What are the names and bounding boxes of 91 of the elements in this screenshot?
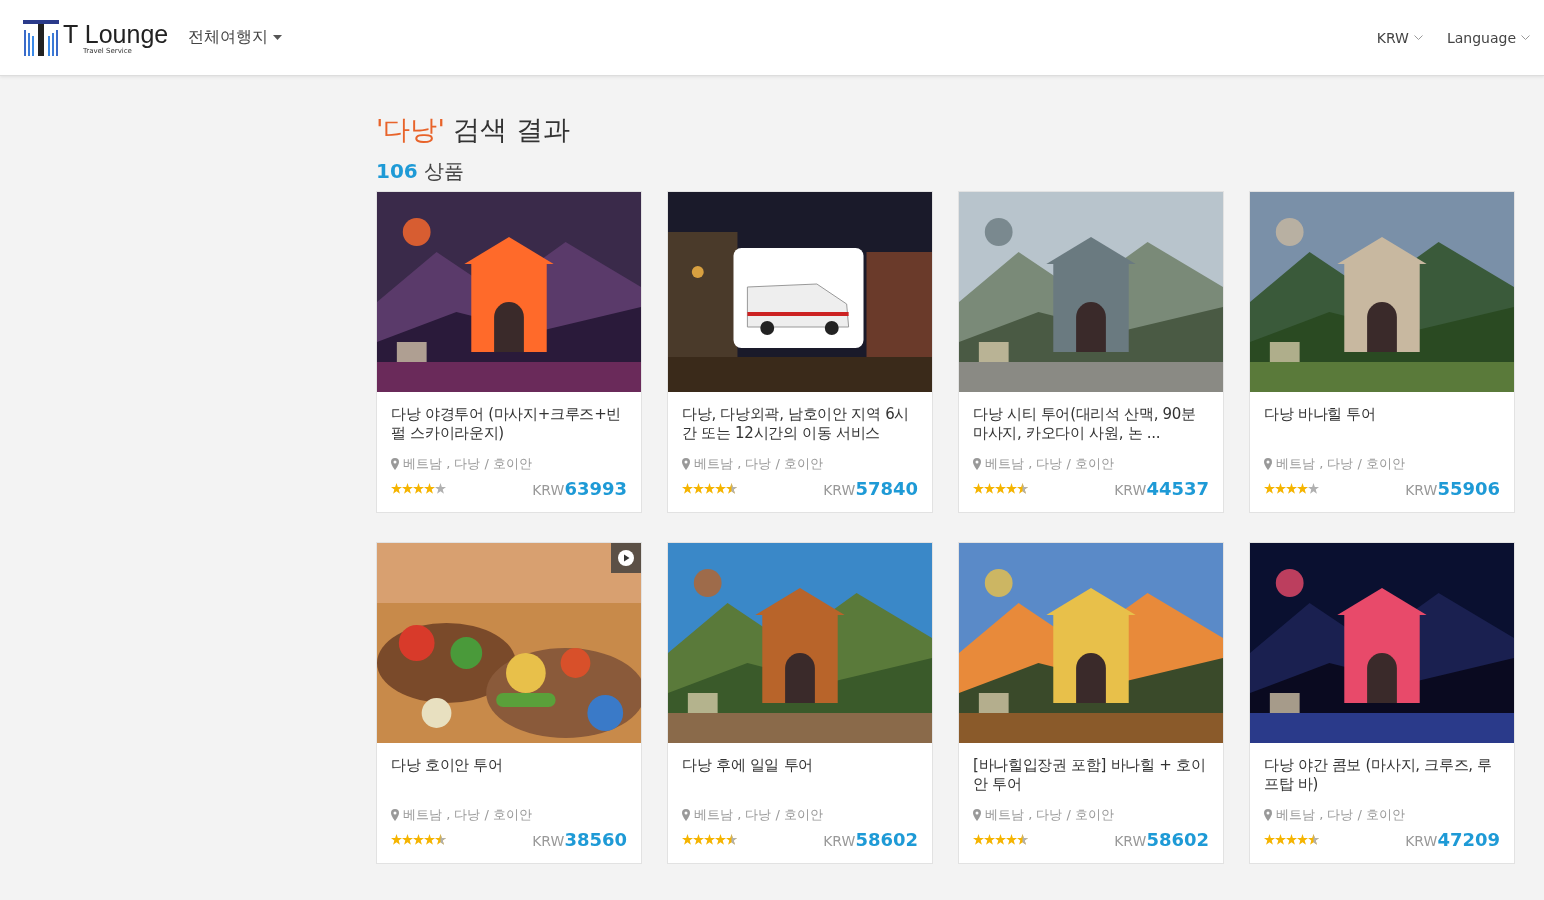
product-title[interactable]: 다낭 시티 투어(대리석 산맥, 90분 마사지, 카오다이 사원, 논 ...	[973, 405, 1209, 443]
product-title[interactable]: 다낭 후에 일일 투어	[682, 756, 918, 794]
star-icon	[402, 834, 413, 845]
star-icon	[391, 834, 402, 845]
location-pin-icon	[973, 809, 981, 821]
star-icon	[682, 834, 693, 845]
star-icon	[1286, 834, 1297, 845]
star-icon	[435, 483, 446, 494]
product-card[interactable]: 다낭 호이안 투어 베트남 , 다낭 / 호이안 KRW38560	[376, 542, 642, 864]
star-icon	[973, 834, 984, 845]
product-title[interactable]: [바나힐입장권 포함] 바나힐 + 호이안 투어	[973, 756, 1209, 794]
location-pin-icon	[973, 458, 981, 470]
location-text: 베트남 , 다낭 / 호이안	[1276, 806, 1406, 824]
price: KRW57840	[823, 478, 918, 499]
product-title[interactable]: 다낭 호이안 투어	[391, 756, 627, 794]
results-count: 106 상품	[376, 158, 466, 185]
star-icon	[413, 834, 424, 845]
star-icon	[1275, 834, 1286, 845]
product-card[interactable]: 다낭 야간 콤보 (마사지, 크루즈, 루프탑 바) 베트남 , 다낭 / 호이안 KRW47209	[1249, 542, 1515, 864]
price: KRW44537	[1114, 478, 1209, 499]
star-icon	[391, 483, 402, 494]
location-pin-icon	[1264, 809, 1272, 821]
chevron-icon	[1521, 35, 1530, 40]
star-icon	[715, 483, 726, 494]
location-pin-icon	[391, 458, 399, 470]
star-icon	[1264, 483, 1275, 494]
star-icon	[704, 834, 715, 845]
destination-menu[interactable]: 전체여행지	[188, 27, 283, 48]
logo-name: T Lounge	[63, 20, 169, 47]
price: KRW63993	[532, 478, 627, 499]
star-icon	[995, 483, 1006, 494]
star-icon	[1275, 483, 1286, 494]
location-text: 베트남 , 다낭 / 호이안	[694, 806, 824, 824]
location-text: 베트남 , 다낭 / 호이안	[1276, 455, 1406, 473]
star-icon	[984, 483, 995, 494]
star-icon	[726, 483, 737, 494]
star-icon	[693, 834, 704, 845]
star-icon	[715, 834, 726, 845]
star-icon	[1308, 834, 1319, 845]
star-icon	[693, 483, 704, 494]
star-icon	[413, 483, 424, 494]
location-pin-icon	[682, 458, 690, 470]
product-title[interactable]: 다낭 야경투어 (마사지+크루즈+빈펄 스카이라운지)	[391, 405, 627, 443]
star-icon	[973, 483, 984, 494]
location-text: 베트남 , 다낭 / 호이안	[985, 455, 1115, 473]
product-title[interactable]: 다낭, 다낭외곽, 남호이안 지역 6시간 또는 12시간의 이동 서비스	[682, 405, 918, 443]
results-title: '다낭' 검색 결과	[376, 113, 572, 147]
star-icon	[704, 483, 715, 494]
chevron-icon	[1413, 35, 1423, 40]
location-pin-icon	[391, 809, 399, 821]
star-icon	[1017, 483, 1028, 494]
location-text: 베트남 , 다낭 / 호이안	[694, 455, 824, 473]
play-icon[interactable]	[611, 543, 641, 573]
star-icon	[1006, 834, 1017, 845]
location-text: 베트남 , 다낭 / 호이안	[403, 455, 533, 473]
logo-icon	[23, 19, 59, 56]
star-icon	[402, 483, 413, 494]
star-icon	[682, 483, 693, 494]
product-card[interactable]: 다낭, 다낭외곽, 남호이안 지역 6시간 또는 12시간의 이동 서비스 베트남 , 다낭 / 호이안 KRW57840	[667, 191, 933, 513]
product-card[interactable]: 다낭 시티 투어(대리석 산맥, 90분 마사지, 카오다이 사원, 논 ... 베트남 , 다낭 / 호이안 KRW44537	[958, 191, 1224, 513]
product-card[interactable]: 다낭 야경투어 (마사지+크루즈+빈펄 스카이라운지) 베트남 , 다낭 / 호이안 KRW63993	[376, 191, 642, 513]
price: KRW47209	[1405, 829, 1500, 850]
product-card[interactable]: 다낭 후에 일일 투어 베트남 , 다낭 / 호이안 KRW58602	[667, 542, 933, 864]
price: KRW55906	[1405, 478, 1500, 499]
star-icon	[726, 834, 737, 845]
product-card[interactable]: [바나힐입장권 포함] 바나힐 + 호이안 투어 베트남 , 다낭 / 호이안 KRW58602	[958, 542, 1224, 864]
price: KRW38560	[532, 829, 627, 850]
product-title[interactable]: 다낭 야간 콤보 (마사지, 크루즈, 루프탑 바)	[1264, 756, 1500, 794]
star-icon	[435, 834, 446, 845]
price: KRW58602	[823, 829, 918, 850]
product-title[interactable]: 다낭 바나힐 투어	[1264, 405, 1500, 443]
star-icon	[1006, 483, 1017, 494]
star-icon	[1308, 483, 1319, 494]
currency-menu[interactable]: KRW	[1376, 29, 1423, 46]
star-icon	[1297, 834, 1308, 845]
location-pin-icon	[1264, 458, 1272, 470]
star-icon	[1017, 834, 1028, 845]
location-text: 베트남 , 다낭 / 호이안	[985, 806, 1115, 824]
location-pin-icon	[682, 809, 690, 821]
star-icon	[424, 483, 435, 494]
star-icon	[995, 834, 1006, 845]
product-card[interactable]: 다낭 바나힐 투어 베트남 , 다낭 / 호이안 KRW55906	[1249, 191, 1515, 513]
price: KRW58602	[1114, 829, 1209, 850]
star-icon	[984, 834, 995, 845]
star-icon	[424, 834, 435, 845]
star-icon	[1297, 483, 1308, 494]
language-menu[interactable]: Language	[1446, 29, 1530, 46]
location-text: 베트남 , 다낭 / 호이안	[403, 806, 533, 824]
star-icon	[1264, 834, 1275, 845]
caret-icon	[273, 35, 283, 40]
star-icon	[1286, 483, 1297, 494]
